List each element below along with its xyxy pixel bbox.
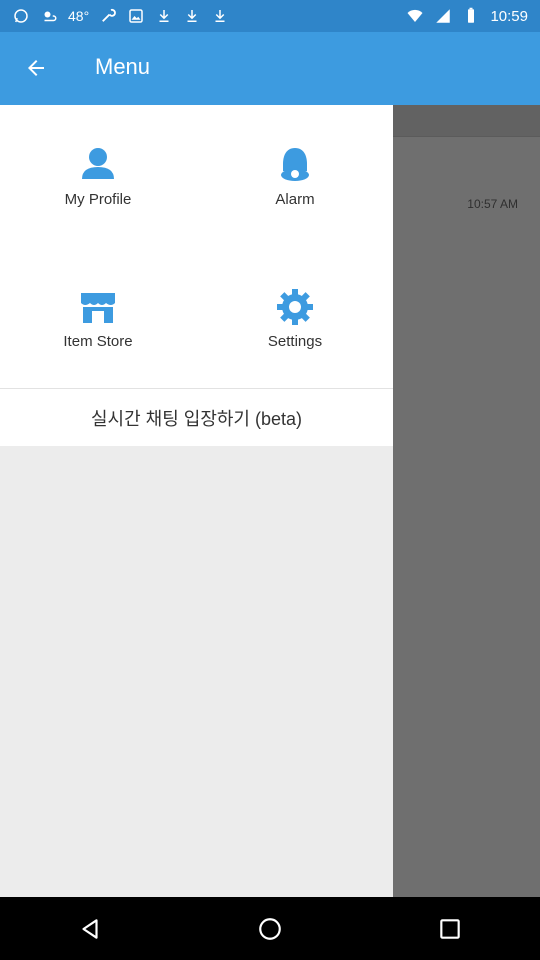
nav-home-button[interactable] bbox=[240, 899, 300, 959]
menu-item-label: Settings bbox=[267, 333, 323, 350]
background-content-scrim[interactable]: 10:57 AM bbox=[393, 105, 540, 897]
temperature-text: 48° bbox=[68, 8, 90, 24]
system-navigation-bar bbox=[0, 897, 540, 960]
page-title: Menu bbox=[95, 54, 151, 79]
download-icon bbox=[155, 7, 173, 25]
background-header-row bbox=[393, 105, 540, 137]
status-time: 10:59 bbox=[490, 7, 528, 25]
person-icon bbox=[78, 145, 118, 185]
menu-item-my-profile[interactable]: My Profile bbox=[0, 105, 196, 247]
square-recents-icon bbox=[440, 918, 460, 939]
wrench-icon bbox=[99, 7, 117, 25]
nav-back-button[interactable] bbox=[60, 899, 120, 959]
navigation-drawer: My Profile Alarm Item Store Settings 실시간… bbox=[0, 105, 393, 897]
gallery-icon bbox=[127, 7, 145, 25]
store-icon bbox=[78, 287, 118, 327]
wifi-icon bbox=[406, 7, 424, 25]
nav-recents-button[interactable] bbox=[420, 899, 480, 959]
bell-icon bbox=[275, 145, 315, 185]
triangle-back-icon bbox=[82, 918, 98, 939]
status-bar: 48° 10:59 bbox=[0, 0, 540, 32]
weather-icon bbox=[40, 7, 58, 25]
whatsapp-icon bbox=[12, 7, 30, 25]
menu-grid: My Profile Alarm Item Store Settings bbox=[0, 105, 393, 389]
live-chat-entry-button[interactable]: 실시간 채팅 입장하기 (beta) bbox=[0, 389, 393, 446]
menu-item-item-store[interactable]: Item Store bbox=[0, 247, 196, 389]
menu-item-label: Item Store bbox=[63, 333, 133, 350]
arrow-back-icon bbox=[28, 60, 44, 76]
back-button[interactable] bbox=[14, 46, 58, 90]
menu-item-label: My Profile bbox=[64, 191, 132, 208]
background-message-time: 10:57 AM bbox=[467, 197, 518, 211]
download-icon bbox=[183, 7, 201, 25]
gear-icon bbox=[275, 287, 315, 327]
status-right-icons: 10:59 bbox=[406, 7, 528, 25]
menu-item-alarm[interactable]: Alarm bbox=[197, 105, 393, 247]
signal-icon bbox=[434, 7, 452, 25]
menu-item-settings[interactable]: Settings bbox=[197, 247, 393, 389]
app-bar: Menu bbox=[0, 32, 540, 105]
battery-icon bbox=[462, 7, 480, 25]
menu-item-label: Alarm bbox=[275, 191, 315, 208]
download-icon bbox=[211, 7, 229, 25]
circle-home-icon bbox=[259, 917, 281, 940]
status-left-icons: 48° bbox=[12, 7, 229, 25]
